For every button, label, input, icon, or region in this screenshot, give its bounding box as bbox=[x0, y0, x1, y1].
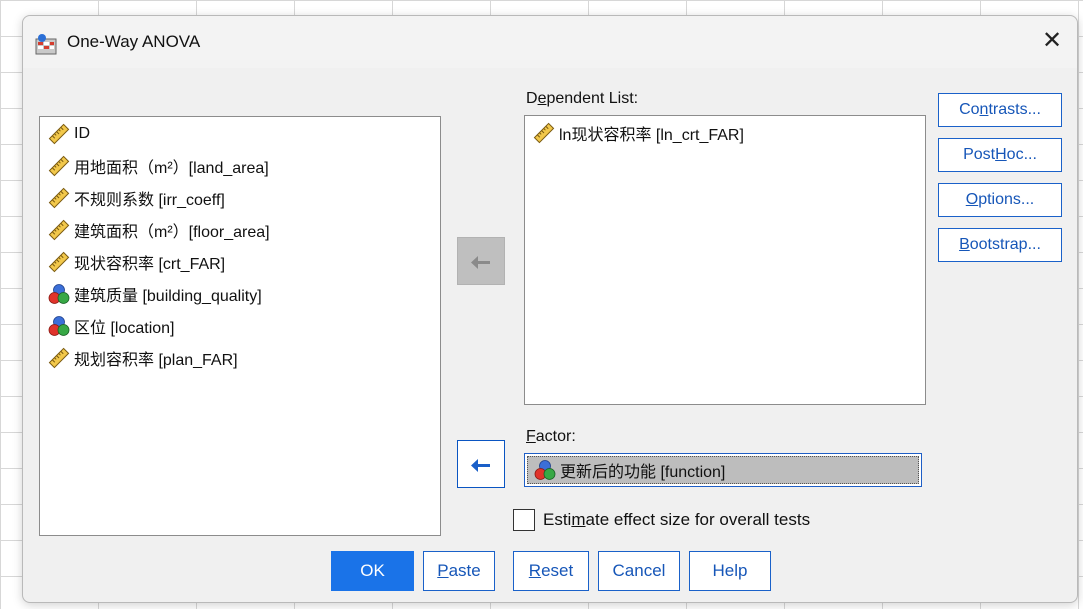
arrow-left-icon bbox=[471, 254, 490, 269]
nominal-icon bbox=[534, 459, 556, 481]
dialog-title: One-Way ANOVA bbox=[67, 32, 201, 51]
close-button[interactable]: ✕ bbox=[1035, 26, 1069, 58]
options-button[interactable]: Options... bbox=[938, 183, 1062, 217]
list-item[interactable]: ID bbox=[48, 121, 90, 147]
reset-button[interactable]: Reset bbox=[513, 551, 589, 591]
list-item[interactable]: 现状容积率 [crt_FAR] bbox=[48, 249, 225, 275]
factor-field[interactable]: 更新后的功能 [function] bbox=[524, 453, 922, 487]
estimate-effect-size-checkbox[interactable] bbox=[513, 509, 535, 531]
ruler-icon bbox=[48, 219, 70, 241]
app-icon bbox=[35, 34, 57, 55]
ruler-icon bbox=[533, 122, 555, 144]
ruler-icon bbox=[48, 155, 70, 177]
move-to-dependent-button[interactable] bbox=[457, 237, 505, 285]
ruler-icon bbox=[48, 251, 70, 273]
help-button[interactable]: Help bbox=[689, 551, 771, 591]
arrow-left-icon bbox=[471, 457, 490, 472]
list-item[interactable]: 建筑面积（m²）[floor_area] bbox=[48, 217, 270, 243]
list-item[interactable]: 规划容积率 [plan_FAR] bbox=[48, 345, 238, 371]
ok-button[interactable]: OK bbox=[331, 551, 414, 591]
list-item[interactable]: 不规则系数 [irr_coeff] bbox=[48, 185, 225, 211]
bootstrap-button[interactable]: Bootstrap... bbox=[938, 228, 1062, 262]
ruler-icon bbox=[48, 123, 70, 145]
paste-button[interactable]: Paste bbox=[423, 551, 495, 591]
factor-label: Factor: bbox=[526, 428, 576, 445]
contrasts-button[interactable]: Co n trasts... bbox=[938, 93, 1062, 127]
source-variable-list[interactable]: ID 用地面积（m²）[land_area] 不规则系数 [irr_coeff]… bbox=[39, 116, 441, 536]
nominal-icon bbox=[48, 283, 70, 305]
nominal-icon bbox=[48, 315, 70, 337]
cancel-button[interactable]: Cancel bbox=[598, 551, 680, 591]
list-item[interactable]: ln现状容积率 [ln_crt_FAR] bbox=[533, 120, 744, 146]
list-item[interactable]: 建筑质量 [building_quality] bbox=[48, 281, 262, 307]
dependent-list[interactable]: ln现状容积率 [ln_crt_FAR] bbox=[524, 115, 926, 405]
move-to-factor-button[interactable] bbox=[457, 440, 505, 488]
list-item[interactable]: 用地面积（m²）[land_area] bbox=[48, 153, 269, 179]
ruler-icon bbox=[48, 347, 70, 369]
one-way-anova-dialog: One-Way ANOVA ✕ ID 用地面积（m²）[land_area] 不… bbox=[22, 15, 1078, 603]
ruler-icon bbox=[48, 187, 70, 209]
estimate-effect-size-label: Estimate effect size for overall tests bbox=[543, 510, 811, 529]
factor-selected-item[interactable]: 更新后的功能 [function] bbox=[527, 456, 919, 484]
post-hoc-button[interactable]: Post Hoc... bbox=[938, 138, 1062, 172]
close-icon: ✕ bbox=[1041, 27, 1063, 54]
list-item[interactable]: 区位 [location] bbox=[48, 313, 175, 339]
dependent-list-label: Dependent List: bbox=[526, 90, 639, 107]
title-bar: One-Way ANOVA ✕ bbox=[23, 16, 1077, 68]
